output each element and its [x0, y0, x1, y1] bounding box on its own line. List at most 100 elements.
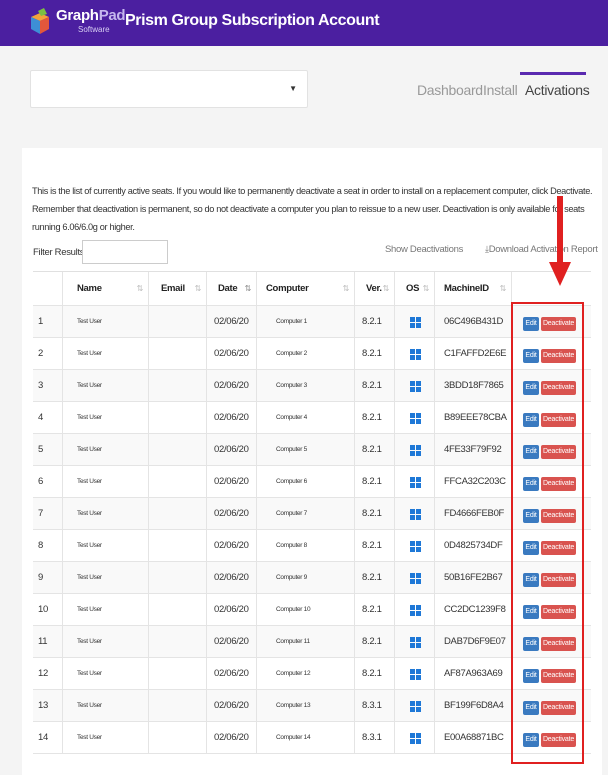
row-computer: Computer 2: [256, 338, 354, 369]
row-os: [394, 690, 434, 721]
row-machineid: FFCA32C203C: [434, 466, 511, 497]
table-row: 4 Test User 02/06/20 Computer 4 8.2.1 B8…: [33, 402, 591, 434]
table-row: 10 Test User 02/06/20 Computer 10 8.2.1 …: [33, 594, 591, 626]
row-email: [148, 466, 206, 497]
row-date: 02/06/20: [206, 306, 256, 337]
row-date: 02/06/20: [206, 402, 256, 433]
col-header-email[interactable]: Email ⇅: [148, 272, 206, 305]
windows-icon: [410, 733, 421, 744]
row-email: [148, 306, 206, 337]
logo-cube-icon: [31, 8, 49, 34]
row-version: 8.2.1: [354, 370, 394, 401]
download-report-label: Download Activation Report: [488, 244, 598, 255]
row-name: Test User: [62, 370, 148, 401]
row-machineid: 06C496B431D: [434, 306, 511, 337]
row-os: [394, 306, 434, 337]
row-version: 8.2.1: [354, 658, 394, 689]
row-date: 02/06/20: [206, 530, 256, 561]
row-name: Test User: [62, 722, 148, 753]
table-row: 11 Test User 02/06/20 Computer 11 8.2.1 …: [33, 626, 591, 658]
row-number: 10: [38, 604, 48, 615]
account-select[interactable]: ▼: [30, 70, 308, 108]
col-header-name[interactable]: Name ⇅: [62, 272, 148, 305]
row-number: 4: [38, 412, 43, 423]
row-number: 11: [38, 636, 48, 647]
row-computer: Computer 7: [256, 498, 354, 529]
row-os: [394, 338, 434, 369]
row-machineid: 4FE33F79F92: [434, 434, 511, 465]
app-title: Prism Group Subscription Account: [125, 12, 380, 29]
tab-dashboard[interactable]: Dashboard: [417, 82, 483, 98]
activations-description: This is the list of currently active sea…: [32, 186, 593, 232]
row-version: 8.2.1: [354, 530, 394, 561]
row-name: Test User: [62, 498, 148, 529]
windows-icon: [410, 477, 421, 488]
row-version: 8.2.1: [354, 306, 394, 337]
row-name: Test User: [62, 306, 148, 337]
row-version: 8.2.1: [354, 466, 394, 497]
table-row: 3 Test User 02/06/20 Computer 3 8.2.1 3B…: [33, 370, 591, 402]
row-email: [148, 658, 206, 689]
row-email: [148, 690, 206, 721]
col-header-os[interactable]: OS ⇅: [394, 272, 434, 305]
col-header-ver[interactable]: Ver. ⇅: [354, 272, 394, 305]
row-os: [394, 594, 434, 625]
row-computer: Computer 14: [256, 722, 354, 753]
row-number: 8: [38, 540, 43, 551]
annotation-arrow: [557, 196, 563, 264]
tab-activations[interactable]: Activations: [525, 82, 590, 98]
caret-down-icon: ▼: [289, 84, 297, 93]
sort-icon: ⇅: [136, 284, 144, 293]
windows-icon: [410, 605, 421, 616]
col-header-machineid[interactable]: MachineID ⇅: [434, 272, 511, 305]
show-deactivations-link[interactable]: Show Deactivations: [385, 244, 463, 255]
row-number: 2: [38, 348, 43, 359]
filter-label: Filter Results: [33, 247, 85, 258]
row-machineid: FD4666FEB0F: [434, 498, 511, 529]
row-version: 8.2.1: [354, 594, 394, 625]
row-date: 02/06/20: [206, 722, 256, 753]
row-computer: Computer 5: [256, 434, 354, 465]
row-number: 5: [38, 444, 43, 455]
row-email: [148, 562, 206, 593]
graphpad-logo[interactable]: GraphPad Software: [28, 6, 126, 40]
row-machineid: BF199F6D8A4: [434, 690, 511, 721]
row-version: 8.2.1: [354, 434, 394, 465]
row-machineid: B89EEE78CBA: [434, 402, 511, 433]
row-os: [394, 466, 434, 497]
download-report-link[interactable]: ⤓Download Activation Report: [485, 244, 598, 255]
row-os: [394, 562, 434, 593]
row-os: [394, 722, 434, 753]
brand-name: GraphPad: [56, 7, 126, 24]
table-row: 14 Test User 02/06/20 Computer 14 8.3.1 …: [33, 722, 591, 754]
col-header-computer[interactable]: Computer ⇅: [256, 272, 354, 305]
filter-input[interactable]: [82, 240, 168, 264]
row-date: 02/06/20: [206, 466, 256, 497]
row-number: 6: [38, 476, 43, 487]
col-header-date[interactable]: Date ⇅: [206, 272, 256, 305]
windows-icon: [410, 701, 421, 712]
row-email: [148, 594, 206, 625]
row-date: 02/06/20: [206, 690, 256, 721]
sort-icon: ⇅: [194, 284, 202, 293]
col-header-number: [33, 272, 62, 305]
table-row: 13 Test User 02/06/20 Computer 13 8.3.1 …: [33, 690, 591, 722]
table-row: 8 Test User 02/06/20 Computer 8 8.2.1 0D…: [33, 530, 591, 562]
row-email: [148, 498, 206, 529]
row-os: [394, 434, 434, 465]
windows-icon: [410, 445, 421, 456]
row-number: 9: [38, 572, 43, 583]
row-version: 8.2.1: [354, 338, 394, 369]
table-row: 5 Test User 02/06/20 Computer 5 8.2.1 4F…: [33, 434, 591, 466]
row-machineid: E00A68871BC: [434, 722, 511, 753]
row-computer: Computer 13: [256, 690, 354, 721]
windows-icon: [410, 413, 421, 424]
row-date: 02/06/20: [206, 338, 256, 369]
sort-icon: ⇅: [342, 284, 350, 293]
row-number: 1: [38, 316, 43, 327]
windows-icon: [410, 669, 421, 680]
annotation-highlight-box: [511, 302, 584, 764]
tab-install[interactable]: Install: [483, 82, 518, 98]
row-os: [394, 498, 434, 529]
row-name: Test User: [62, 690, 148, 721]
